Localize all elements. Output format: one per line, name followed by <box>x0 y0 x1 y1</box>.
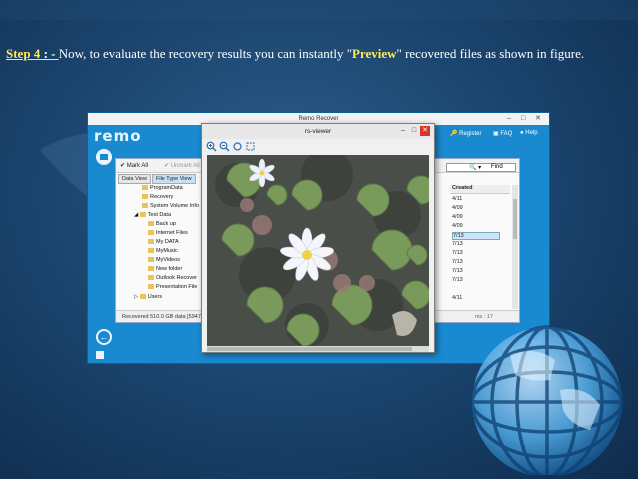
vertical-scrollbar[interactable] <box>512 185 518 309</box>
table-cell[interactable]: 7/13 <box>452 250 463 256</box>
fit-icon[interactable] <box>245 141 256 152</box>
globe-graphic <box>470 325 624 475</box>
tree-item[interactable]: Internet Files <box>148 230 188 236</box>
step-label: Step 4 : - <box>6 46 59 61</box>
settings-icon[interactable] <box>96 351 104 359</box>
tree-item[interactable]: ProgramData <box>142 185 183 191</box>
instruction-text-after: " recovered files as shown in figure. <box>396 46 585 61</box>
window-controls[interactable]: – □ ✕ <box>507 113 545 125</box>
table-cell[interactable]: 4/09 <box>452 205 463 211</box>
slide-instruction: Step 4 : - Now, to evaluate the recovery… <box>6 44 626 64</box>
rotate-icon[interactable] <box>232 141 243 152</box>
rs-viewer-window: rs-viewer – □ ✕ <box>201 123 435 353</box>
mark-all-button[interactable]: ✔ Mark All <box>120 162 148 169</box>
zoom-in-icon[interactable] <box>206 141 217 152</box>
preview-keyword: Preview <box>352 46 397 61</box>
viewer-window-controls: – □ ✕ <box>398 126 432 136</box>
register-link[interactable]: 🔑 Register <box>450 130 481 137</box>
table-cell[interactable]: 7/13 <box>452 241 463 247</box>
tree-item[interactable]: ◢ Test Data <box>134 212 171 218</box>
tree-item[interactable]: ▷ Users <box>134 294 162 300</box>
maximize-button[interactable]: □ <box>409 126 419 136</box>
preview-image-lotus-pond <box>207 155 429 346</box>
tree-item[interactable]: System Volume Info <box>142 203 199 209</box>
status-recovered: Recovered 510.0 GB data [5947 <box>122 314 201 320</box>
table-cell[interactable]: 7/13 <box>452 259 463 265</box>
tree-item[interactable]: New folder <box>148 266 182 272</box>
unmark-all-button[interactable]: ✔ Unmark All <box>164 162 200 169</box>
tab-data-view[interactable]: Data View <box>118 174 151 184</box>
table-cell[interactable]: 4/11 <box>452 295 462 301</box>
back-arrow-icon[interactable]: ← <box>96 329 112 345</box>
tree-item[interactable]: MyVideos <box>148 257 180 263</box>
created-column: Created 4/11 4/09 4/09 4/09 7/13 7/13 7/… <box>450 185 510 309</box>
close-button[interactable]: ✕ <box>420 126 430 136</box>
lily-pad-photo <box>207 155 429 346</box>
table-cell[interactable]: 7/13 <box>452 277 463 283</box>
remo-logo: remo <box>94 127 142 145</box>
viewer-horizontal-scrollbar[interactable] <box>207 346 429 352</box>
column-header-created[interactable]: Created <box>450 185 510 194</box>
viewer-title: rs-viewer <box>304 128 332 135</box>
minimize-button[interactable]: – <box>398 126 408 136</box>
table-cell[interactable]: 7/13 <box>452 268 463 274</box>
tree-item[interactable]: Outlook Recover <box>148 275 197 281</box>
tree-item[interactable]: MyMusic <box>148 248 178 254</box>
tab-file-type-view[interactable]: File Type View <box>152 174 196 184</box>
faq-link[interactable]: ▣ FAQ <box>493 130 512 137</box>
help-link[interactable]: ● Help <box>520 130 538 136</box>
find-input[interactable]: 🔍 Find ▾ <box>446 163 516 172</box>
instruction-text-before: Now, to evaluate the recovery results yo… <box>58 46 352 61</box>
tree-item[interactable]: Presentation File <box>148 284 197 290</box>
home-icon[interactable] <box>96 149 112 165</box>
table-cell[interactable]: 4/09 <box>452 223 463 229</box>
table-cell[interactable]: 4/09 <box>452 214 463 220</box>
tree-item[interactable]: Recovery <box>142 194 173 200</box>
tree-item[interactable]: Back up <box>148 221 176 227</box>
folder-tree: ProgramData Recovery System Volume Info … <box>118 185 206 308</box>
zoom-out-icon[interactable] <box>219 141 230 152</box>
table-cell[interactable]: 4/11 <box>452 196 462 202</box>
viewer-titlebar: rs-viewer – □ ✕ <box>202 124 434 139</box>
tree-item[interactable]: My DATA <box>148 239 179 245</box>
find-label[interactable]: 🔍 Find ▾ <box>469 164 503 171</box>
table-cell-selected[interactable]: 7/13 <box>452 232 500 240</box>
remo-window-title: Remo Recover <box>298 116 339 122</box>
